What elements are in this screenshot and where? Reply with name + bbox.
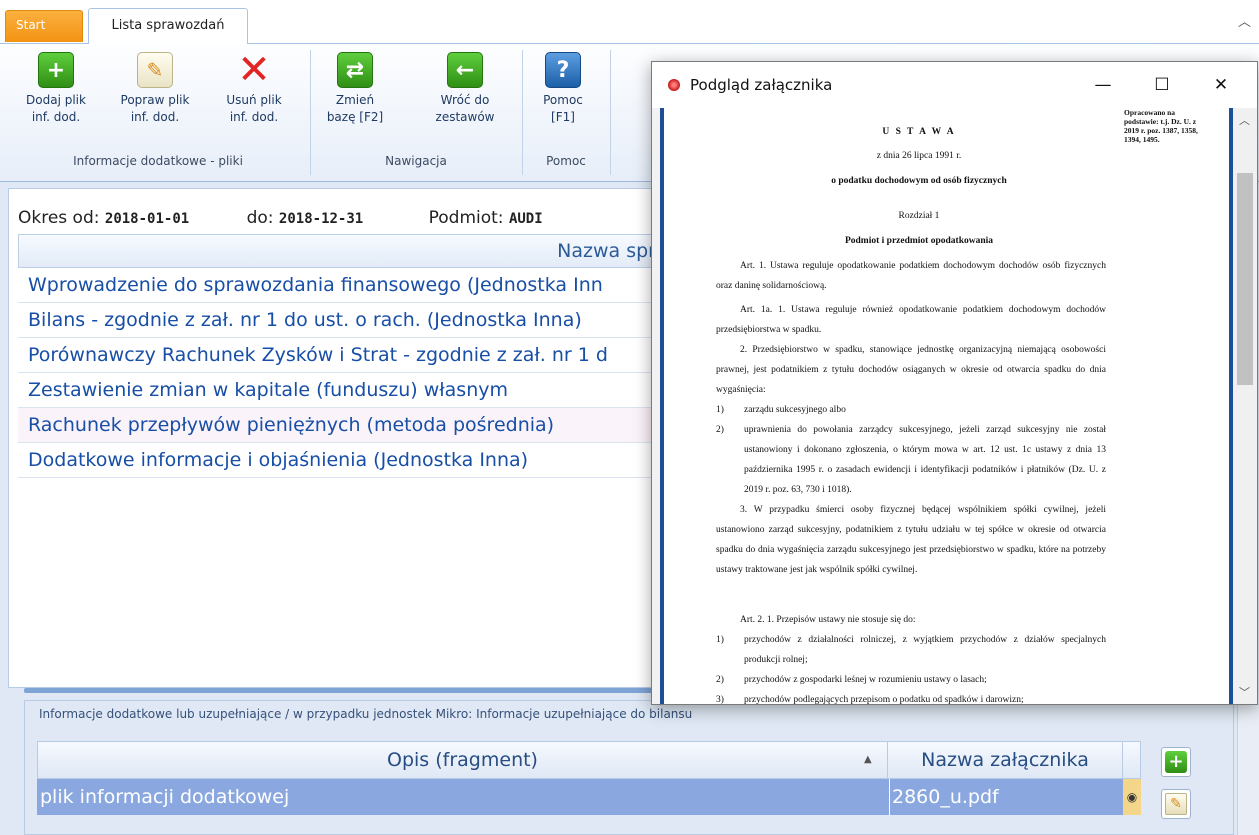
attachment-filename: 2860_u.pdf: [889, 779, 1121, 815]
entity-label: Podmiot:: [428, 208, 504, 228]
group-label-help: Pomoc: [546, 154, 586, 168]
arrow-left-icon: ←: [447, 52, 483, 88]
eye-icon[interactable]: ◉: [1123, 779, 1141, 815]
delete-icon: ✕: [237, 46, 271, 93]
pdf-page: Opracowano na podstawie: t.j. Dz. U. z 2…: [660, 108, 1233, 704]
period-from-label: Okres od:: [18, 208, 100, 228]
entity-value: AUDI: [508, 211, 543, 227]
doc-list-item: przychodów podlegających przepisom o pod…: [744, 695, 1024, 704]
delete-file-label-1: Usuń plik: [226, 93, 282, 107]
add-attachment-button[interactable]: +: [1161, 747, 1191, 777]
attachments-header: Opis (fragment) ▲ Nazwa załącznika: [37, 741, 1141, 779]
help-label-1: Pomoc: [543, 93, 583, 107]
attachments-group: Informacje dodatkowe lub uzupełniające /…: [24, 700, 1234, 835]
attachments-caption: Informacje dodatkowe lub uzupełniające /…: [39, 707, 693, 721]
table-row[interactable]: plik informacji dodatkowej 2860_u.pdf ◉: [37, 779, 1141, 815]
doc-list-item: uprawnienia do powołania zarządcy sukces…: [744, 425, 1106, 495]
scroll-up-icon[interactable]: ︿: [1239, 112, 1250, 128]
doc-date: z dnia 26 lipca 1991 r.: [876, 151, 962, 161]
help-label-2: [F1]: [551, 110, 575, 124]
edit-attachment-button[interactable]: ✎: [1161, 789, 1191, 819]
ribbon-separator: [610, 50, 611, 175]
group-label-files: Informacje dodatkowe - pliki: [73, 154, 243, 168]
back-label-1: Wróć do: [440, 93, 490, 107]
doc-art2: Art. 2. 1. Przepisów ustawy nie stosuje …: [740, 615, 916, 625]
preview-scrollbar[interactable]: ︿ ﹀: [1233, 108, 1257, 704]
period-from-value: 2018-01-01: [104, 211, 190, 227]
doc-list-item: przychodów z gospodarki leśnej w rozumie…: [744, 675, 987, 685]
doc-art1a-3: 3. W przypadku śmierci osoby fizycznej b…: [716, 505, 1106, 575]
period-filters: Okres od: 2018-01-01 do: 2018-12-31 Podm…: [18, 208, 543, 228]
tab-strip: Start Lista sprawozdań ︿: [0, 0, 1259, 45]
doc-chapter: Rozdział 1: [898, 211, 940, 221]
help-icon: ?: [545, 52, 581, 88]
add-icon: +: [38, 52, 74, 88]
scrollbar-thumb[interactable]: [1237, 173, 1253, 385]
ribbon-separator: [522, 50, 523, 175]
column-header-description[interactable]: Opis (fragment): [38, 742, 888, 778]
back-label-2: zestawów: [435, 110, 495, 124]
attachment-description: plik informacji dodatkowej: [40, 786, 290, 808]
doc-list-item: zarządu sukcesyjnego albo: [744, 405, 846, 415]
period-to-label: do:: [246, 208, 274, 228]
period-to-value: 2018-12-31: [278, 211, 364, 227]
attachment-preview-window: Podgląd załącznika — ☐ ✕ Opracowano na p…: [651, 61, 1258, 705]
doc-source-note: Opracowano na podstawie: t.j. Dz. U. z 2…: [1124, 108, 1198, 144]
doc-chapter-title: Podmiot i przedmiot opodatkowania: [844, 236, 994, 246]
chevron-up-icon[interactable]: ︿: [1238, 11, 1251, 30]
help-button[interactable]: ? Pomoc [F1]: [530, 52, 596, 126]
tab-lista-sprawozdan[interactable]: Lista sprawozdań: [88, 8, 248, 45]
column-header-filename[interactable]: Nazwa załącznika: [888, 742, 1123, 778]
edit-note-icon: ✎: [137, 52, 173, 88]
close-button[interactable]: ✕: [1204, 72, 1238, 98]
change-db-label-2: bazę [F2]: [326, 110, 384, 124]
edit-note-icon: ✎: [1165, 793, 1187, 815]
swap-icon: ⇄: [337, 52, 373, 88]
edit-file-label-2: inf. dod.: [130, 110, 180, 124]
doc-list-number: 2): [716, 425, 724, 435]
scroll-down-icon[interactable]: ﹀: [1239, 684, 1250, 700]
edit-file-label-1: Popraw plik: [120, 93, 190, 107]
doc-subject: o podatku dochodowym od osób fizycznych: [831, 176, 1007, 186]
minimize-button[interactable]: —: [1086, 72, 1120, 98]
doc-art1a-2: 2. Przedsiębiorstwo w spadku, stanowiące…: [716, 345, 1106, 395]
change-db-button[interactable]: ⇄ Zmień bazę [F2]: [320, 52, 390, 126]
edit-file-button[interactable]: ✎ Popraw plik inf. dod.: [112, 52, 198, 126]
doc-heading: U S T A W A: [882, 127, 956, 137]
back-to-sets-button[interactable]: ← Wróć do zestawów: [422, 52, 508, 126]
ribbon-separator: [310, 50, 311, 175]
maximize-button[interactable]: ☐: [1145, 72, 1179, 98]
doc-list-number: 1): [716, 405, 724, 415]
add-file-button[interactable]: + Dodaj plik inf. dod.: [18, 52, 94, 126]
preview-title: Podgląd załącznika: [690, 76, 833, 94]
doc-list-number: 1): [716, 635, 724, 645]
doc-list-number: 3): [716, 695, 724, 704]
sort-ascending-icon: ▲: [864, 754, 872, 765]
doc-art1: Art. 1. Ustawa reguluje opodatkowanie po…: [716, 261, 1106, 291]
tab-start[interactable]: Start: [5, 10, 83, 42]
doc-list-number: 2): [716, 675, 724, 685]
preview-titlebar: Podgląd załącznika — ☐ ✕: [652, 62, 1257, 108]
doc-list-item: przychodów z działalności rolniczej, z w…: [744, 635, 1106, 665]
delete-file-button[interactable]: ✕ Usuń plik inf. dod.: [216, 46, 292, 126]
delete-file-label-2: inf. dod.: [229, 110, 279, 124]
group-label-nav: Nawigacja: [385, 154, 447, 168]
doc-art1a: Art. 1a. 1. Ustawa reguluje również opod…: [716, 305, 1106, 335]
add-file-label-2: inf. dod.: [31, 110, 81, 124]
add-icon: +: [1165, 751, 1187, 773]
change-db-label-1: Zmień: [335, 93, 375, 107]
app-icon: [668, 79, 680, 91]
add-file-label-1: Dodaj plik: [26, 93, 86, 107]
